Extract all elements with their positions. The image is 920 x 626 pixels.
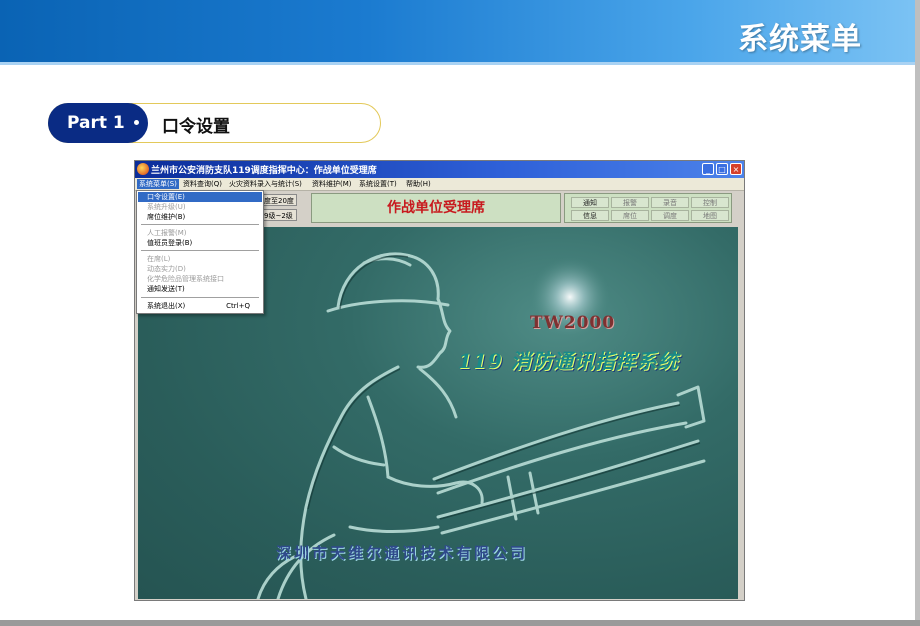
menu-help[interactable]: 帮助(H) — [406, 179, 431, 189]
menu-item-duty-login[interactable]: 值班员登录(B) — [138, 238, 262, 248]
part-bullet-icon — [134, 120, 139, 125]
menu-item-hazmat-interface[interactable]: 化学危险品管理系统接口 — [138, 274, 262, 284]
toolbar-button-top[interactable]: 度至20度 — [261, 194, 297, 206]
toolbar-button-bottom[interactable]: 9级~2级 — [261, 209, 297, 221]
part-subtitle: 口令设置 — [162, 117, 230, 137]
window-title: 兰州市公安消防支队119调度指挥中心：作战单位受理席 — [151, 166, 377, 176]
company-label: 深圳市天维尔通讯技术有限公司 — [276, 544, 529, 562]
seat-button[interactable]: 席位 — [611, 210, 649, 221]
menu-item-dynamic-strength[interactable]: 动态实力(D) — [138, 264, 262, 274]
app-icon — [137, 163, 149, 175]
function-button-grid: 通知 报警 录音 控制 信息 席位 调度 地图 — [564, 193, 732, 223]
menu-system[interactable]: 系统菜单(S) — [137, 179, 179, 189]
control-button[interactable]: 控制 — [691, 197, 729, 208]
part-label: Part 1 — [48, 103, 148, 143]
seat-title-panel: 作战单位受理席 — [311, 193, 561, 223]
menu-item-manual-alarm[interactable]: 人工报警(M) — [138, 228, 262, 238]
record-button[interactable]: 录音 — [651, 197, 689, 208]
system-name-label: 119 消防通讯指挥系统 — [458, 349, 679, 373]
minimize-button[interactable]: _ — [702, 163, 714, 175]
brand-label: TW2000 — [530, 313, 616, 333]
notify-button[interactable]: 通知 — [571, 197, 609, 208]
slide-bottom-edge — [0, 620, 920, 626]
slide-right-edge — [915, 0, 920, 626]
info-button[interactable]: 信息 — [571, 210, 609, 221]
system-menu-dropdown: 口令设置(E) 系统升级(U) 席位维护(B) 人工报警(M) 值班员登录(B)… — [136, 190, 264, 314]
menu-data-maintenance[interactable]: 资料维护(M) — [312, 179, 352, 189]
maximize-button[interactable]: □ — [716, 163, 728, 175]
menu-item-send-notice[interactable]: 通知发送(T) — [138, 284, 262, 294]
exit-label: 系统退出(X) — [147, 302, 186, 310]
menu-separator — [141, 297, 259, 298]
banner-divider — [0, 62, 920, 65]
map-button[interactable]: 地图 — [691, 210, 729, 221]
menu-item-on-seat[interactable]: 在席(L) — [138, 254, 262, 264]
close-button[interactable]: × — [730, 163, 742, 175]
menu-item-exit[interactable]: 系统退出(X) Ctrl+Q — [138, 301, 262, 311]
menu-item-password-settings[interactable]: 口令设置(E) — [138, 192, 262, 202]
alarm-button[interactable]: 报警 — [611, 197, 649, 208]
exit-shortcut: Ctrl+Q — [226, 302, 250, 310]
dispatch-button[interactable]: 调度 — [651, 210, 689, 221]
menu-item-seat-maintenance[interactable]: 席位维护(B) — [138, 212, 262, 222]
menu-data-query[interactable]: 资料查询(Q) — [183, 179, 222, 189]
menu-separator — [141, 224, 259, 225]
window-titlebar[interactable]: 兰州市公安消防支队119调度指挥中心：作战单位受理席 _ □ × — [135, 161, 744, 178]
slide-title: 系统菜单 — [738, 22, 862, 57]
menu-fire-records[interactable]: 火灾资料录入与统计(S) — [229, 179, 302, 189]
menu-item-system-upgrade[interactable]: 系统升级(U) — [138, 202, 262, 212]
menu-separator — [141, 250, 259, 251]
menu-system-settings[interactable]: 系统设置(T) — [359, 179, 397, 189]
